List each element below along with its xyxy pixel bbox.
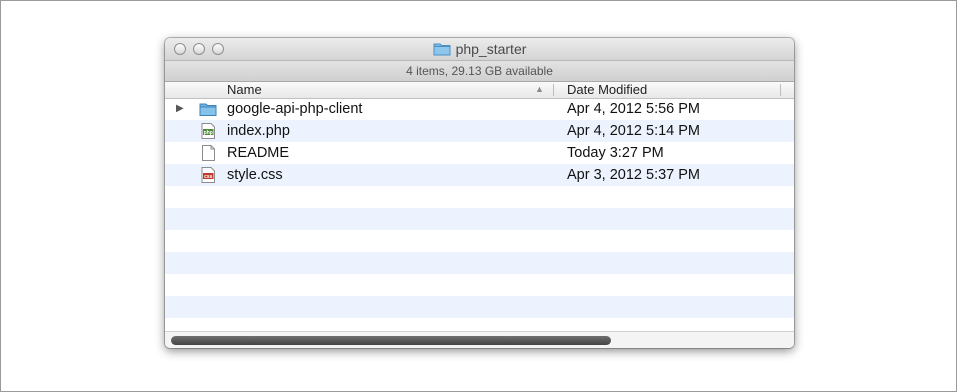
file-date: Apr 3, 2012 5:37 PM	[567, 167, 700, 183]
empty-row	[165, 296, 794, 318]
status-bar: 4 items, 29.13 GB available	[165, 61, 794, 82]
empty-row	[165, 186, 794, 208]
file-date: Apr 4, 2012 5:14 PM	[567, 123, 700, 139]
css-file-icon: css	[201, 167, 215, 183]
file-name: index.php	[227, 123, 290, 139]
scrollbar-thumb[interactable]	[171, 336, 611, 345]
sort-ascending-icon: ▲	[535, 84, 544, 94]
empty-row	[165, 208, 794, 230]
title-bar[interactable]: php_starter	[165, 38, 794, 61]
window-title: php_starter	[165, 41, 794, 57]
finder-window: php_starter 4 items, 29.13 GB available …	[165, 38, 794, 348]
disclosure-triangle-icon[interactable]: ▶	[176, 103, 184, 114]
column-header-name[interactable]: Name	[227, 82, 262, 98]
document-icon	[202, 145, 215, 161]
window-title-text: php_starter	[455, 41, 527, 57]
file-row-readme[interactable]: README Today 3:27 PM	[165, 142, 794, 164]
horizontal-scrollbar[interactable]	[165, 331, 794, 348]
file-date: Apr 4, 2012 5:56 PM	[567, 101, 700, 117]
file-name: README	[227, 145, 290, 161]
empty-row	[165, 252, 794, 274]
column-header: Name ▲ Date Modified	[165, 82, 794, 99]
php-file-icon: php	[201, 123, 215, 139]
file-row-index-php[interactable]: php index.php Apr 4, 2012 5:14 PM	[165, 120, 794, 142]
folder-icon	[433, 43, 451, 56]
empty-row	[165, 230, 794, 252]
empty-row	[165, 274, 794, 296]
file-name: style.css	[227, 167, 283, 183]
column-header-date-modified[interactable]: Date Modified	[567, 82, 647, 98]
column-divider[interactable]	[553, 84, 554, 96]
svg-text:css: css	[204, 174, 213, 180]
folder-icon	[199, 103, 217, 116]
svg-text:php: php	[204, 130, 213, 136]
file-name: google-api-php-client	[227, 101, 363, 117]
file-list: ▶ google-api-php-client Apr 4, 2012 5:56…	[165, 98, 794, 318]
file-row-style-css[interactable]: css style.css Apr 3, 2012 5:37 PM	[165, 164, 794, 186]
column-divider[interactable]	[780, 84, 781, 96]
file-row-google-api-php-client[interactable]: ▶ google-api-php-client Apr 4, 2012 5:56…	[165, 98, 794, 120]
file-date: Today 3:27 PM	[567, 145, 664, 161]
